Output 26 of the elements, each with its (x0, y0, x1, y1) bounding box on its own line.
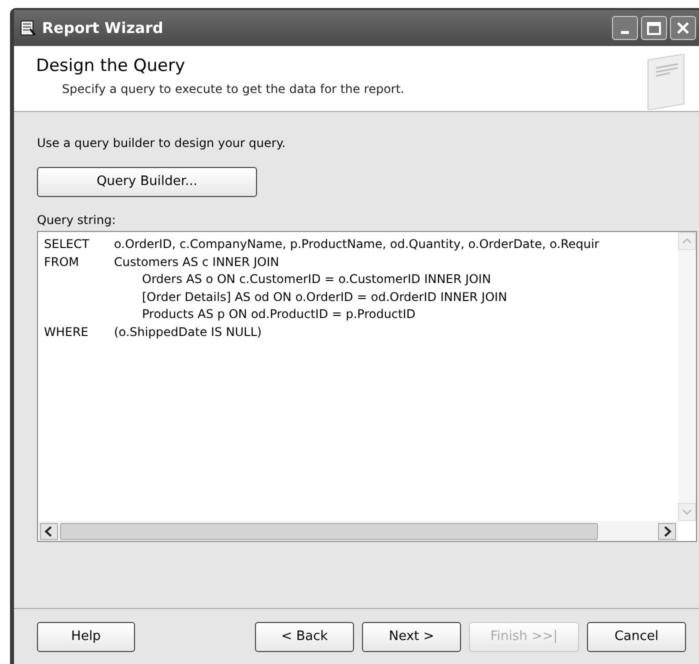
scroll-right-icon[interactable] (658, 522, 676, 540)
maximize-button[interactable] (641, 16, 667, 40)
query-line: FROM Customers AS c INNER JOIN (44, 254, 280, 270)
scroll-thumb[interactable] (60, 522, 598, 540)
query-line: WHERE (o.ShippedDate IS NULL) (44, 324, 263, 340)
query-line: SELECT o.OrderID, c.CompanyName, p.ProductName, od.Quantity, o.OrderDate, o.Requir (44, 236, 600, 253)
page-title: Design the Query (36, 55, 186, 78)
instruction-text: Use a query builder to design your query. (37, 135, 287, 152)
close-icon (676, 21, 690, 35)
query-line: Products AS p ON od.ProductID = p.ProductID (141, 306, 417, 323)
wizard-button[interactable]: Cancel (587, 622, 686, 652)
minimize-button[interactable] (612, 16, 638, 40)
query-line: [Order Details] AS od ON o.OrderID = od.OrderID INNER JOIN (141, 288, 508, 306)
page-subtitle: Specify a query to execute to get the data for the report. (61, 80, 406, 98)
query-line: Orders AS o ON c.CustomerID = o.CustomerID INNER JOIN (141, 271, 492, 288)
wizard-button[interactable]: Next > (362, 622, 461, 652)
wizard-button[interactable]: < Back (255, 622, 354, 652)
report-wizard-icon (20, 20, 36, 36)
query-string-label: Query string: (37, 212, 117, 229)
close-button[interactable] (670, 16, 696, 40)
window-title: Report Wizard (42, 18, 164, 39)
scroll-left-icon[interactable] (40, 522, 58, 540)
query-text-area[interactable] (37, 231, 697, 542)
horizontal-scrollbar[interactable] (38, 521, 678, 541)
wizard-button[interactable]: Query Builder... (37, 167, 257, 197)
wizard-button[interactable]: Help (37, 622, 135, 652)
